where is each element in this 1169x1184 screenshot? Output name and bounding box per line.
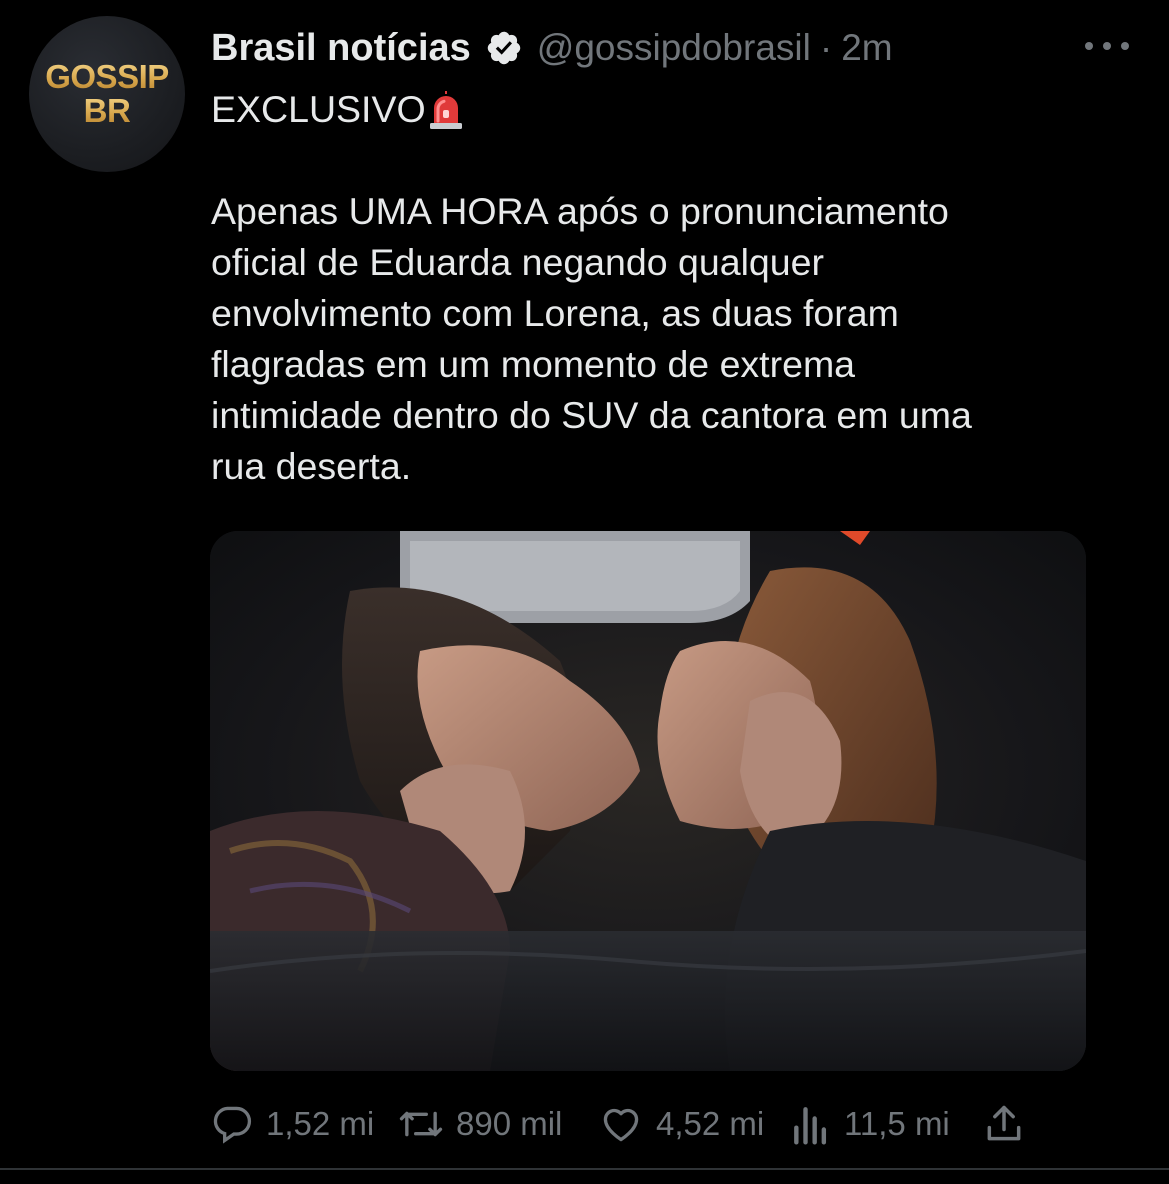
like-count: 4,52 mi	[656, 1105, 765, 1142]
header-separator: ·	[819, 27, 833, 68]
views-count: 11,5 mi	[844, 1105, 950, 1142]
share-button[interactable]	[982, 1094, 1026, 1154]
like-button[interactable]: 4,52 mi	[598, 1094, 764, 1154]
more-dot	[1085, 42, 1093, 50]
views-icon	[790, 1102, 832, 1146]
tweet-media-photo[interactable]	[210, 531, 1086, 1071]
user-handle[interactable]: @gossipdobrasil	[537, 27, 811, 69]
avatar-logo-line2: BR	[83, 92, 131, 129]
avatar[interactable]: GOSSIP BR	[29, 16, 185, 172]
heart-icon	[598, 1102, 644, 1146]
reply-count: 1,52 mi	[266, 1105, 375, 1142]
tweet-body: Apenas UMA HORA após o pronunciamento of…	[211, 190, 972, 487]
headline-text: EXCLUSIVO	[211, 88, 426, 130]
verified-icon	[485, 29, 523, 67]
views-button[interactable]: 11,5 mi	[790, 1094, 950, 1154]
display-name[interactable]: Brasil notícias	[211, 27, 471, 70]
reply-icon	[210, 1102, 254, 1146]
tweet-text: EXCLUSIVO Apenas UMA HORA após o pronunc…	[211, 84, 1131, 492]
more-icon[interactable]	[1085, 36, 1129, 56]
share-icon	[982, 1102, 1026, 1146]
retweet-button[interactable]: 890 mil	[398, 1094, 562, 1154]
divider	[0, 1168, 1169, 1170]
tweet-headline: EXCLUSIVO	[211, 84, 1131, 135]
retweet-icon	[398, 1102, 444, 1146]
more-dot	[1103, 42, 1111, 50]
reply-button[interactable]: 1,52 mi	[210, 1094, 374, 1154]
siren-icon	[428, 90, 464, 130]
tweet-actions: 1,52 mi 890 mil 4,52 mi 11,5 mi	[210, 1094, 1040, 1154]
tweet-header: Brasil notícias @gossipdobrasil · 2m	[211, 22, 893, 74]
avatar-logo-line1: GOSSIP	[45, 58, 169, 95]
retweet-count: 890 mil	[456, 1105, 563, 1142]
more-dot	[1121, 42, 1129, 50]
timestamp[interactable]: 2m	[841, 27, 892, 69]
tweet[interactable]: GOSSIP BR Brasil notícias @gossipdobrasi…	[0, 0, 1169, 1184]
